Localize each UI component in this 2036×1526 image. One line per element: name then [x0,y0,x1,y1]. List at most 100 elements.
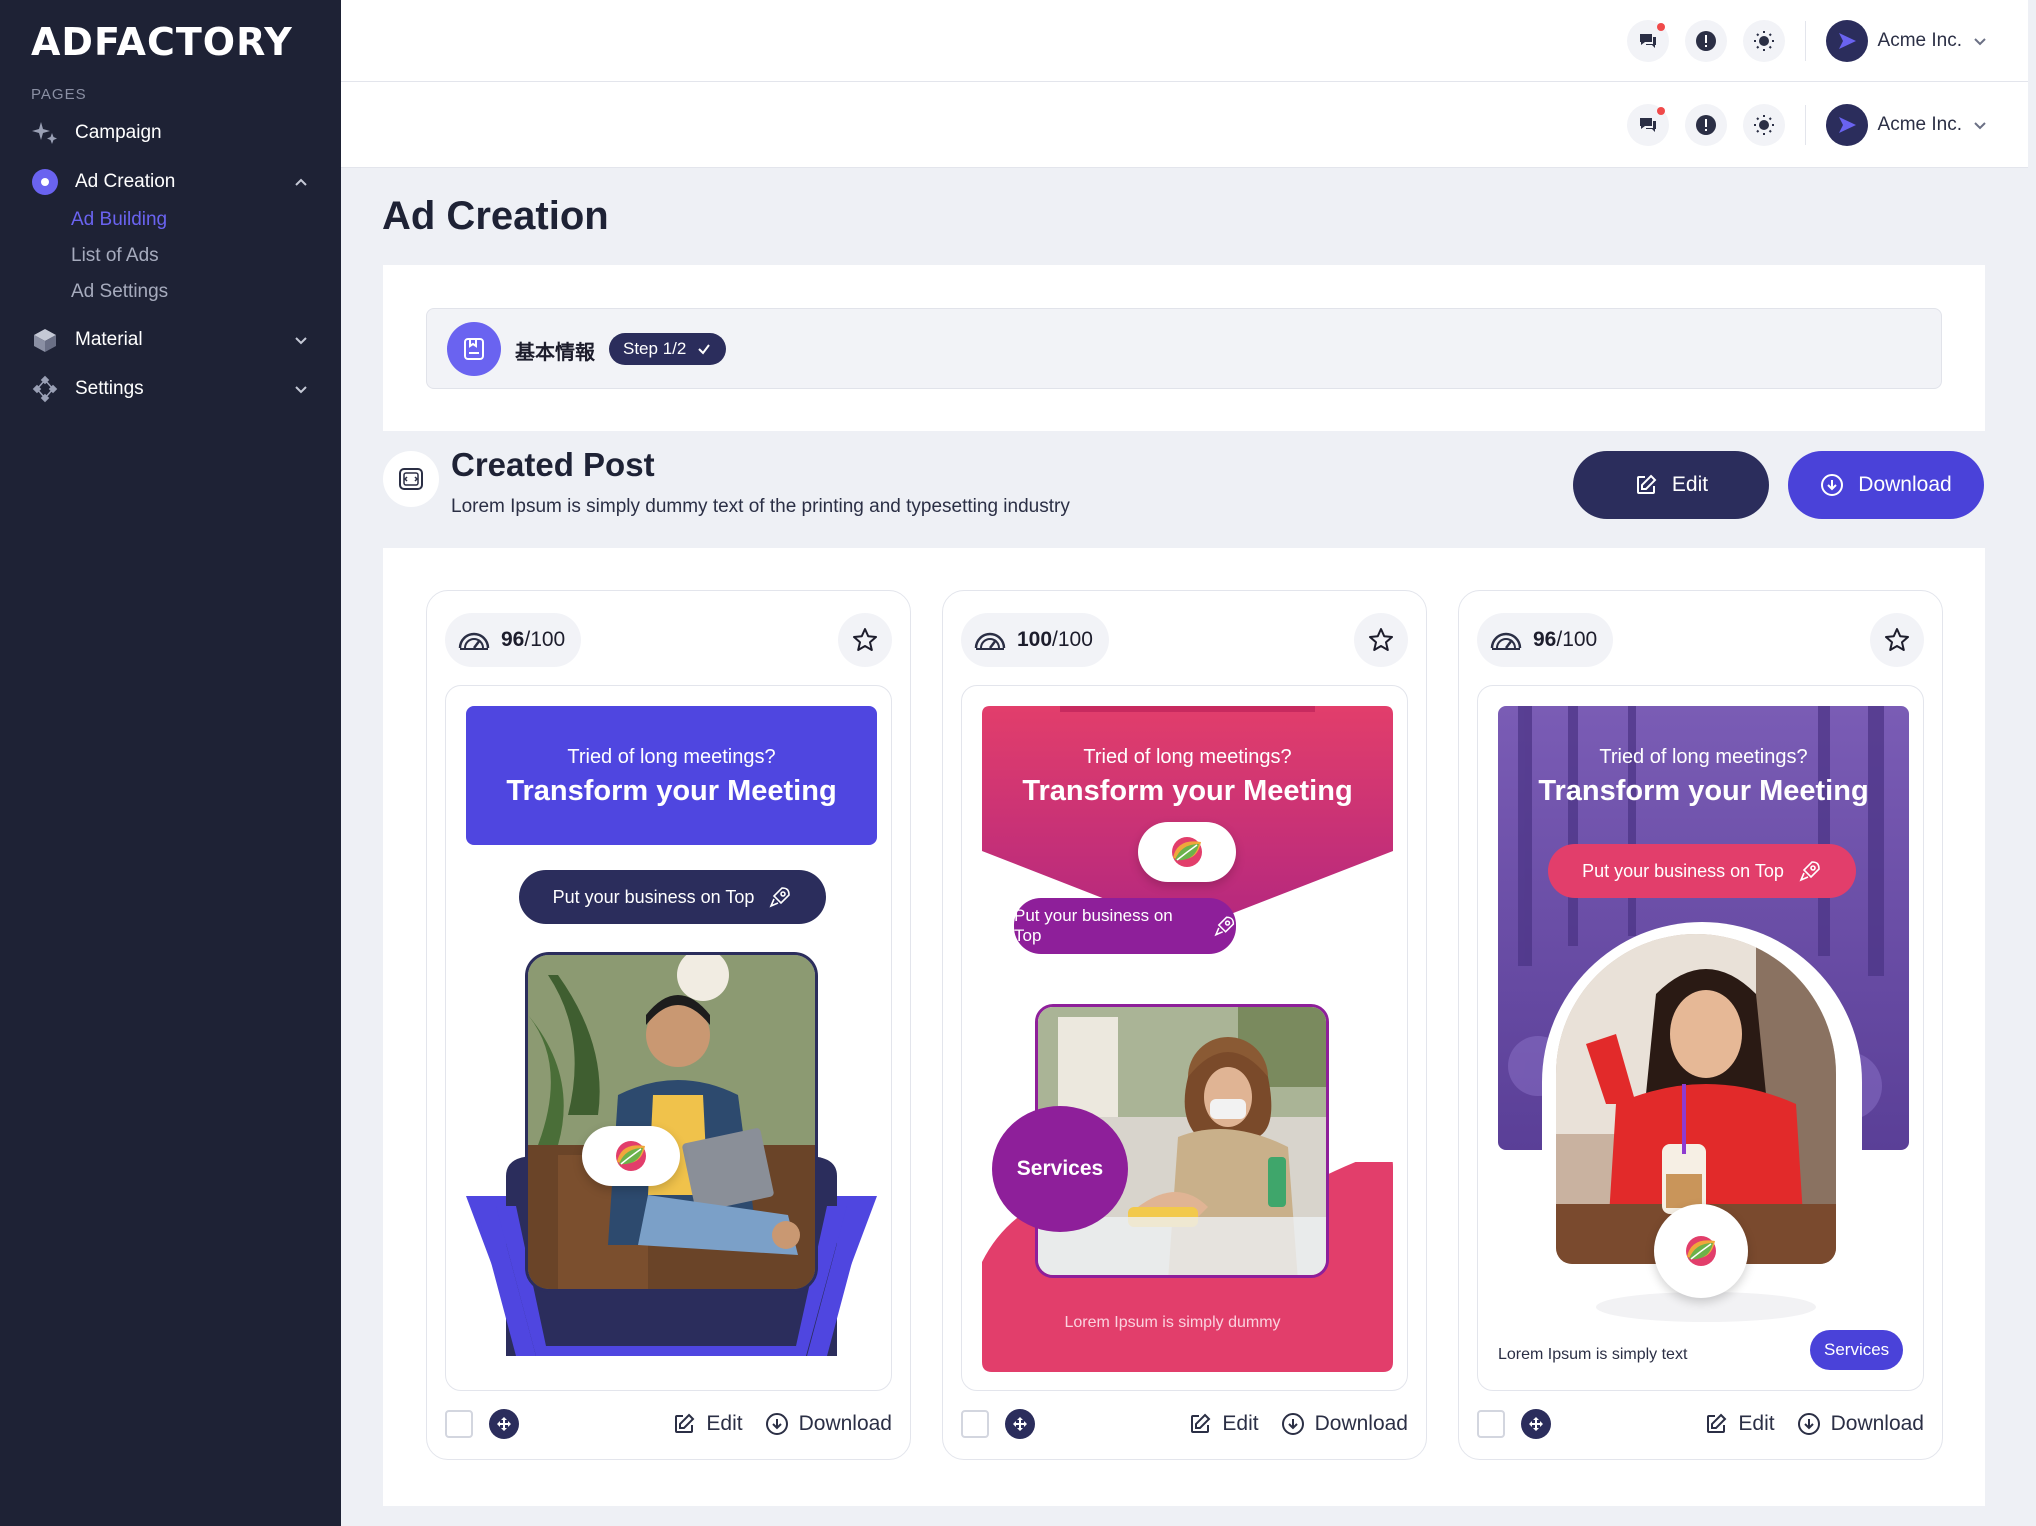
brand-logo-badge [1138,822,1236,882]
score-max: /100 [1052,628,1093,651]
gauge-icon [974,632,1006,650]
sidebar: ADFACTORY PAGES Campaign Ad Creation Ad … [0,0,341,1526]
ad-preview[interactable]: Tried of long meetings? Transform your M… [445,685,892,1391]
secondary-top-bar: Acme Inc. [341,82,2028,168]
score-value: 96 [1533,628,1557,651]
leaf-logo-icon [616,1141,646,1171]
sidebar-item-label: Material [75,329,143,350]
sun-icon [1753,30,1774,51]
move-handle[interactable] [1521,1409,1551,1439]
services-circle-badge: Services [992,1106,1128,1232]
score-max: /100 [1556,628,1598,651]
download-button-label: Download [1858,473,1952,496]
ad-headline-block: Tried of long meetings? Transform your M… [466,706,877,845]
sidebar-item-label: Settings [75,378,144,399]
step-title: 基本情報 [515,342,595,364]
edit-icon [1636,474,1657,494]
card-footer: Edit Download [445,1407,892,1441]
step-panel: 基本情報 Step 1/2 [383,265,1985,431]
ad-headline-big: Transform your Meeting [506,775,837,807]
select-checkbox[interactable] [1477,1410,1505,1438]
ad-cta-pill: Put your business on Top [1548,844,1856,898]
ad-cta-pill: Put your business on Top [1014,898,1236,954]
gauge-icon [1490,632,1522,650]
ad-preview[interactable]: Tried of long meetings? Transform your M… [961,685,1408,1391]
ad-card: 96/100 Tried of long meetings? Transform… [426,590,911,1460]
alert-icon [1695,114,1716,135]
nodes-icon [31,375,59,403]
ad-photo-man-laptop [525,952,818,1292]
move-icon [1529,1417,1543,1431]
top-bar: Acme Inc. [341,0,2028,82]
theme-toggle-button[interactable] [1742,103,1785,146]
sidebar-item-ad-creation[interactable]: Ad Creation [31,166,311,198]
sidebar-subitem-ad-settings[interactable]: Ad Settings [71,281,168,303]
brand-logo-badge [1654,1204,1748,1298]
ad-preview[interactable]: Tried of long meetings? Transform your M… [1477,685,1924,1391]
send-icon [1838,32,1856,49]
sidebar-subitem-ad-building[interactable]: Ad Building [71,209,167,231]
download-icon [1281,1413,1304,1435]
card-download-button[interactable]: Download [765,1412,892,1436]
chevron-up-icon[interactable] [291,172,311,192]
account-name: Acme Inc. [1877,113,1962,135]
edit-icon [675,1413,695,1433]
sidebar-subitem-list-of-ads[interactable]: List of Ads [71,245,159,267]
card-edit-button[interactable]: Edit [1188,1412,1259,1436]
download-button[interactable]: Download [1788,451,1984,519]
rocket-icon [1214,916,1234,937]
edit-icon [1191,1413,1211,1433]
card-actions: Edit Download [1188,1412,1408,1436]
score-value: 100 [1017,628,1053,651]
select-checkbox[interactable] [961,1410,989,1438]
messages-button[interactable] [1626,103,1669,146]
avatar [1825,19,1868,62]
favorite-button[interactable] [1870,613,1924,667]
chevron-down-icon[interactable] [291,330,311,350]
card-actions: Edit Download [1704,1412,1924,1436]
star-icon [853,628,877,651]
ad-cta-label: Put your business on Top [1014,906,1173,945]
sun-icon [1753,114,1774,135]
sidebar-item-material[interactable]: Material [31,324,311,356]
leaf-logo-icon [1172,837,1202,867]
edit-icon [1707,1413,1727,1433]
ad-headline-block: Tried of long meetings? Transform your M… [982,706,1393,808]
favorite-button[interactable] [1354,613,1408,667]
ad-headline-small: Tried of long meetings? [1083,746,1292,768]
favorite-button[interactable] [838,613,892,667]
card-edit-button[interactable]: Edit [1704,1412,1775,1436]
chevron-down-icon[interactable] [291,379,311,399]
move-handle[interactable] [489,1409,519,1439]
post-icon [383,451,439,507]
theme-toggle-button[interactable] [1742,19,1785,62]
page-title: Ad Creation [382,194,609,238]
chevron-down-icon [1974,37,1986,45]
ad-cta-label: Put your business on Top [552,886,755,907]
alerts-button[interactable] [1684,19,1727,62]
ad-cta-pill: Put your business on Top [519,870,826,924]
card-edit-button[interactable]: Edit [672,1412,743,1436]
sidebar-item-campaign[interactable]: Campaign [31,117,311,149]
score-badge: 96/100 [445,613,582,667]
card-footer: Edit Download [1477,1407,1924,1441]
ad-headline-block: Tried of long meetings? Transform your M… [1498,706,1909,808]
divider [1804,104,1806,145]
edit-button-label: Edit [1671,473,1709,496]
card-edit-label: Edit [1738,1412,1775,1435]
card-download-button[interactable]: Download [1281,1412,1408,1436]
step-indicator[interactable]: 基本情報 Step 1/2 [426,308,1942,389]
alerts-button[interactable] [1684,103,1727,146]
brand-logo: ADFACTORY [31,20,293,64]
messages-button[interactable] [1626,19,1669,62]
card-download-button[interactable]: Download [1797,1412,1924,1436]
edit-button[interactable]: Edit [1573,451,1769,519]
sidebar-item-settings[interactable]: Settings [31,373,311,405]
account-menu[interactable]: Acme Inc. [1825,103,1988,146]
move-handle[interactable] [1005,1409,1035,1439]
ad-headline-small: Tried of long meetings? [1599,746,1808,768]
card-edit-label: Edit [1222,1412,1259,1435]
select-checkbox[interactable] [445,1410,473,1438]
account-menu[interactable]: Acme Inc. [1825,19,1988,62]
divider [1804,20,1806,61]
